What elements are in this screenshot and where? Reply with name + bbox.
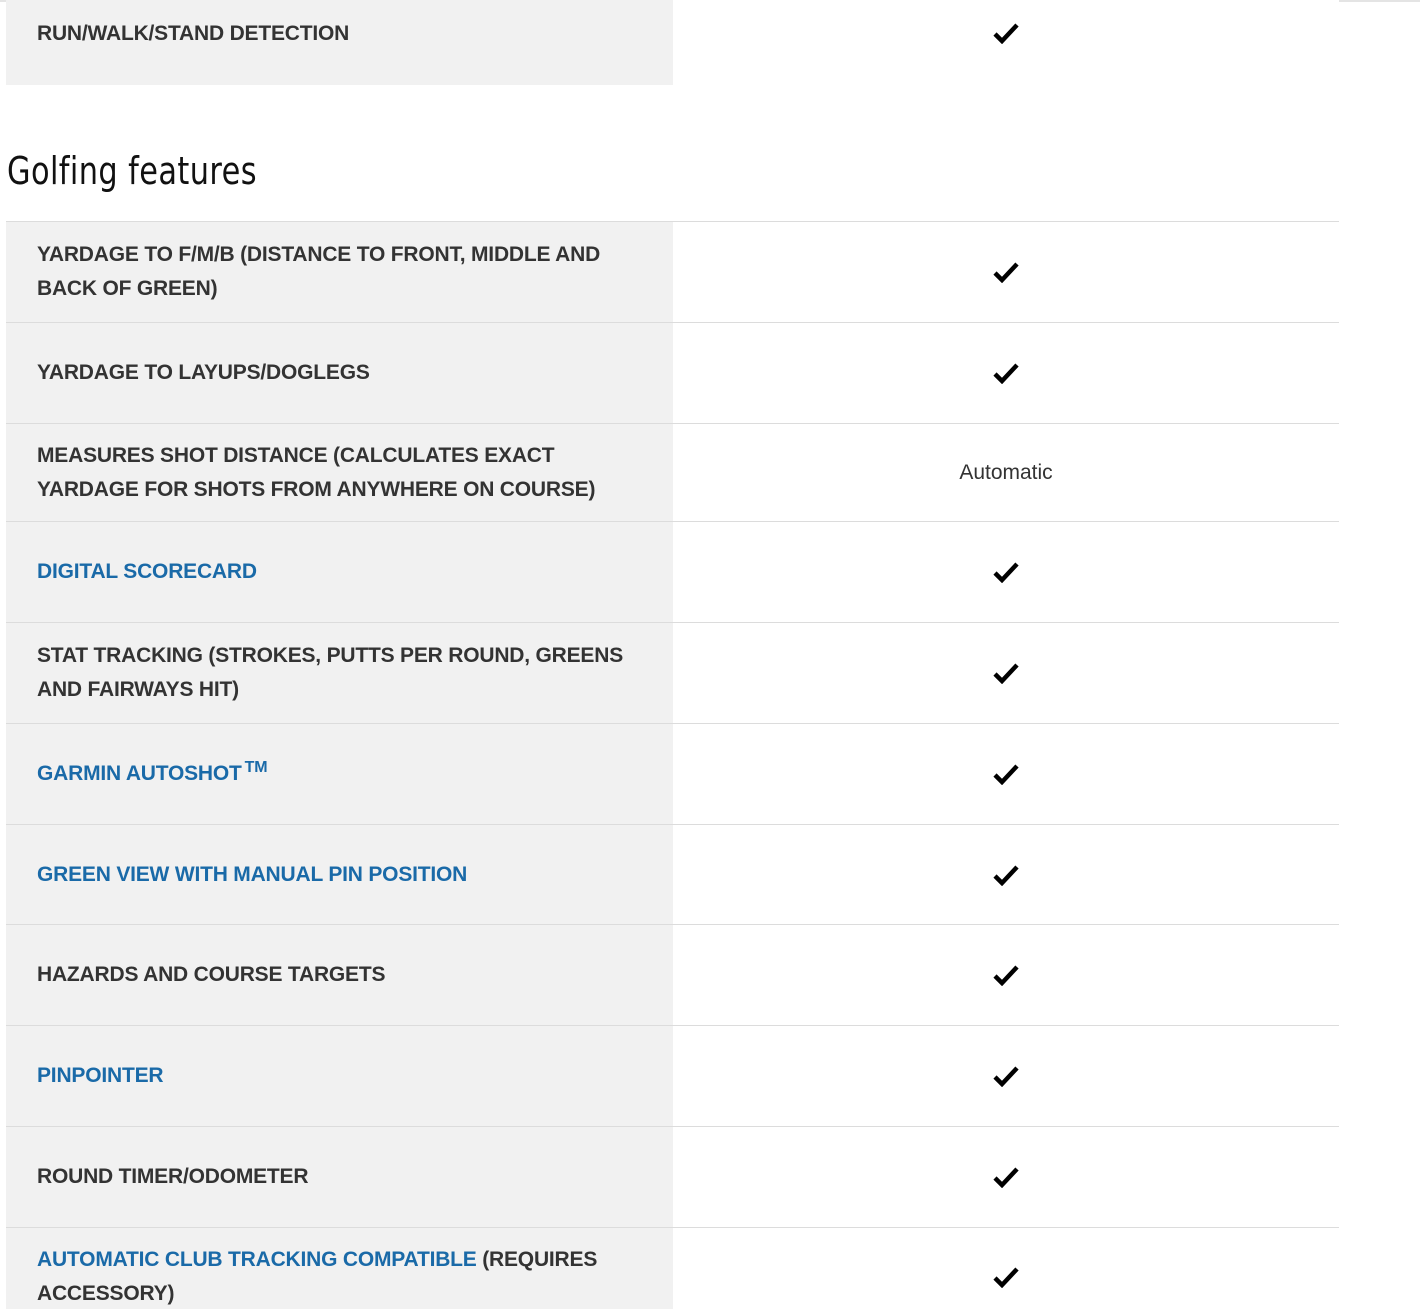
check-icon (993, 363, 1019, 384)
feature-label-cell: RUN/WALK/STAND DETECTION (6, 0, 673, 85)
feature-value-cell (673, 825, 1339, 924)
trademark-mark: TM (244, 759, 268, 776)
feature-link-pinpointer[interactable]: PINPOINTER (37, 1059, 164, 1093)
feature-label-cell: PINPOINTER (6, 1026, 673, 1126)
feature-row: GREEN VIEW WITH MANUAL PIN POSITION (6, 825, 1339, 925)
feature-label: HAZARDS AND COURSE TARGETS (37, 963, 386, 986)
feature-row: MEASURES SHOT DISTANCE (CALCULATES EXACT… (6, 424, 1339, 522)
feature-value-cell (673, 925, 1339, 1025)
feature-value-cell (673, 1228, 1339, 1309)
feature-label-cell: HAZARDS AND COURSE TARGETS (6, 925, 673, 1025)
feature-link-club-tracking[interactable]: AUTOMATIC CLUB TRACKING COMPATIBLE (37, 1248, 477, 1271)
feature-value-cell (673, 1026, 1339, 1126)
feature-value-cell (673, 323, 1339, 423)
feature-label-cell: STAT TRACKING (STROKES, PUTTS PER ROUND,… (6, 623, 673, 723)
feature-link-digital-scorecard[interactable]: DIGITAL SCORECARD (37, 555, 257, 589)
feature-label: YARDAGE TO LAYUPS/DOGLEGS (37, 361, 370, 384)
feature-row: YARDAGE TO F/M/B (DISTANCE TO FRONT, MID… (6, 222, 1339, 323)
feature-label-cell: DIGITAL SCORECARD (6, 522, 673, 622)
feature-row: STAT TRACKING (STROKES, PUTTS PER ROUND,… (6, 623, 1339, 724)
feature-label-cell: GARMIN AUTOSHOT TM (6, 724, 673, 824)
feature-label: STAT TRACKING (STROKES, PUTTS PER ROUND,… (37, 644, 624, 701)
check-icon (993, 1066, 1019, 1087)
feature-label: MEASURES SHOT DISTANCE (CALCULATES EXACT… (37, 443, 596, 501)
feature-row: HAZARDS AND COURSE TARGETS (6, 925, 1339, 1026)
check-icon (993, 764, 1019, 785)
check-icon (993, 1267, 1019, 1288)
feature-label-cell: YARDAGE TO LAYUPS/DOGLEGS (6, 323, 673, 423)
feature-row: AUTOMATIC CLUB TRACKING COMPATIBLE (REQU… (6, 1228, 1339, 1309)
check-icon (993, 663, 1019, 684)
check-icon (993, 864, 1019, 886)
check-icon (993, 965, 1019, 986)
feature-label-cell: AUTOMATIC CLUB TRACKING COMPATIBLE (REQU… (6, 1228, 673, 1309)
feature-value-cell (673, 522, 1339, 622)
feature-label-composite: AUTOMATIC CLUB TRACKING COMPATIBLE (REQU… (37, 1243, 645, 1311)
feature-link-text: GARMIN AUTOSHOT (37, 762, 242, 785)
feature-value-cell (673, 222, 1339, 322)
feature-label-cell: ROUND TIMER/ODOMETER (6, 1127, 673, 1227)
check-icon (993, 562, 1019, 583)
feature-value-cell (673, 623, 1339, 723)
feature-value-cell: Automatic (673, 424, 1339, 521)
feature-label: ROUND TIMER/ODOMETER (37, 1165, 309, 1188)
feature-row: DIGITAL SCORECARD (6, 522, 1339, 623)
feature-row: GARMIN AUTOSHOT TM (6, 724, 1339, 825)
feature-link-garmin-autoshot[interactable]: GARMIN AUTOSHOT TM (37, 757, 268, 791)
feature-label-cell: YARDAGE TO F/M/B (DISTANCE TO FRONT, MID… (6, 222, 673, 322)
feature-link-green-view[interactable]: GREEN VIEW WITH MANUAL PIN POSITION (37, 858, 467, 892)
section-title: Golfing features (7, 149, 257, 193)
feature-label-cell: MEASURES SHOT DISTANCE (CALCULATES EXACT… (6, 424, 673, 521)
feature-row-run-walk-stand: RUN/WALK/STAND DETECTION (6, 0, 1339, 85)
feature-row: PINPOINTER (6, 1026, 1339, 1127)
feature-row: YARDAGE TO LAYUPS/DOGLEGS (6, 323, 1339, 424)
feature-label-cell: GREEN VIEW WITH MANUAL PIN POSITION (6, 825, 673, 924)
feature-label: YARDAGE TO F/M/B (DISTANCE TO FRONT, MID… (37, 243, 601, 300)
feature-row: ROUND TIMER/ODOMETER (6, 1127, 1339, 1228)
check-icon (993, 1167, 1019, 1188)
feature-value-cell (673, 0, 1339, 85)
check-icon (993, 23, 1019, 44)
feature-label: RUN/WALK/STAND DETECTION (37, 22, 350, 45)
feature-value-cell (673, 1127, 1339, 1227)
check-icon (993, 262, 1019, 283)
feature-value-cell (673, 724, 1339, 824)
feature-value-text: Automatic (959, 460, 1053, 484)
